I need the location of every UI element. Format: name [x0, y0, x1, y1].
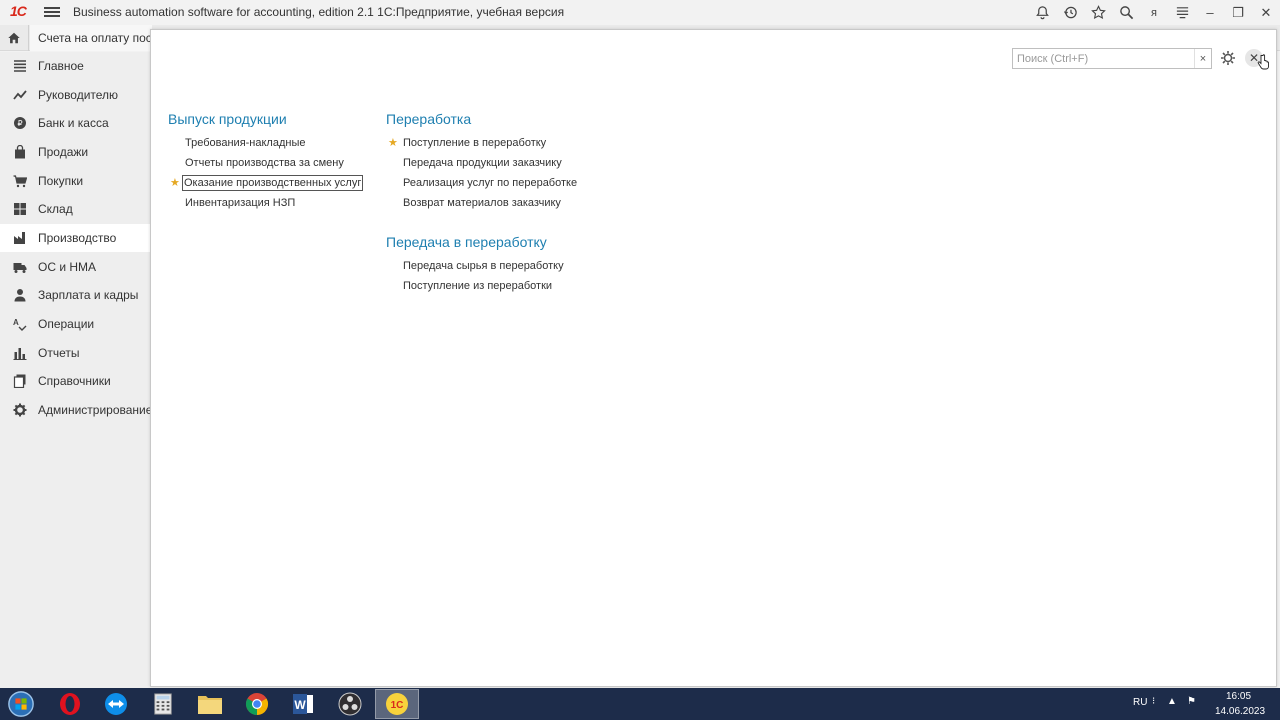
restore-button[interactable]: ❐ [1224, 0, 1252, 25]
sidebar-item-warehouse[interactable]: Склад [0, 195, 150, 223]
coin-icon: ₽ [12, 116, 27, 131]
list-icon [12, 59, 27, 74]
titlebar-icons: я – ❐ ✕ [1028, 0, 1280, 25]
home-button[interactable] [0, 25, 29, 51]
close-window-button[interactable]: ✕ [1252, 0, 1280, 25]
search-input[interactable] [1013, 49, 1195, 68]
1c-icon[interactable]: 1С [375, 689, 419, 719]
sidebar-item-fixed-assets[interactable]: ОС и НМА [0, 253, 150, 281]
sidebar-item-manager[interactable]: Руководителю [0, 81, 150, 109]
favorite-star-icon[interactable]: ★ [170, 176, 180, 189]
sidebar-item-label: Администрирование [38, 403, 153, 417]
section-panel: × ✕ Выпуск продукции Требования-накладны… [150, 29, 1277, 687]
user-icon[interactable]: я [1140, 0, 1168, 25]
star-icon[interactable] [1084, 0, 1112, 25]
sidebar-item-label: Главное [38, 59, 84, 73]
title-bar: 1С Business automation software for acco… [0, 0, 1280, 25]
opera-icon[interactable] [48, 689, 92, 719]
sidebar-item-label: Руководителю [38, 88, 119, 102]
bar-chart-icon [12, 346, 27, 361]
section-title-processing: Переработка [386, 111, 472, 127]
svg-text:1С: 1С [391, 700, 404, 711]
cmd-transfer-products-to-customer[interactable]: Передача продукции заказчику [403, 156, 562, 170]
sidebar-item-label: ОС и НМА [38, 260, 97, 274]
cmd-receipt-from-processing[interactable]: Поступление из переработки [403, 279, 552, 293]
cmd-transfer-raw-materials[interactable]: Передача сырья в переработку [403, 259, 564, 273]
minimize-button[interactable]: – [1196, 0, 1224, 25]
app-logo[interactable]: 1С [10, 3, 36, 21]
sidebar-item-label: Продажи [38, 145, 89, 159]
sections-sidebar: Главное Руководителю ₽ Банк и касса Прод… [0, 52, 153, 688]
sidebar-item-production[interactable]: Производство [0, 224, 150, 252]
sidebar-item-label: Производство [38, 231, 117, 245]
cmd-processing-services-sales[interactable]: Реализация услуг по переработке [403, 176, 577, 190]
clock-time[interactable]: 16:05 [1226, 691, 1251, 702]
bell-icon[interactable] [1028, 0, 1056, 25]
windows-taskbar: W 1С RU ⁝ ▲ ⚑ 16:05 14.06.2023 [0, 688, 1280, 720]
tray-expand-icon[interactable]: ▲ [1167, 696, 1177, 707]
sidebar-item-admin[interactable]: Администрирование [0, 396, 153, 424]
sidebar-item-label: Справочники [38, 374, 111, 388]
books-icon [12, 374, 27, 389]
operations-icon: А [12, 317, 27, 332]
svg-text:А: А [13, 318, 19, 327]
cmd-wip-inventory[interactable]: Инвентаризация НЗП [185, 196, 295, 210]
home-icon [8, 32, 20, 44]
chrome-icon[interactable] [235, 689, 279, 719]
menu-lines-icon[interactable] [1168, 0, 1196, 25]
sidebar-item-operations[interactable]: А Операции [0, 310, 150, 338]
sidebar-item-sales[interactable]: Продажи [0, 138, 150, 166]
sidebar-item-label: Покупки [38, 174, 84, 188]
search-clear-button[interactable]: × [1194, 49, 1211, 68]
obs-icon[interactable] [328, 689, 372, 719]
windows-start-icon[interactable] [2, 689, 40, 719]
folder-icon[interactable] [188, 689, 232, 719]
sidebar-item-bank[interactable]: ₽ Банк и касса [0, 109, 150, 137]
settings-button[interactable] [1219, 49, 1237, 67]
section-title-production-output: Выпуск продукции [168, 111, 287, 127]
svg-text:W: W [294, 698, 306, 712]
section-title-transfer-for-processing: Передача в переработку [386, 234, 547, 250]
cart-icon [12, 174, 27, 189]
svg-text:₽: ₽ [17, 119, 22, 128]
teamviewer-icon[interactable] [94, 689, 138, 719]
trend-icon [12, 88, 27, 103]
cmd-return-materials-to-customer[interactable]: Возврат материалов заказчику [403, 196, 561, 210]
action-center-flag-icon[interactable]: ⚑ [1187, 696, 1196, 707]
sidebar-item-label: Отчеты [38, 346, 80, 360]
person-icon [12, 288, 27, 303]
gear-icon [12, 403, 27, 418]
main-menu-button[interactable] [44, 5, 60, 19]
calculator-icon[interactable] [141, 689, 185, 719]
clock-date[interactable]: 14.06.2023 [1215, 706, 1265, 717]
sidebar-item-label: Зарплата и кадры [38, 288, 139, 302]
gear-icon [1221, 51, 1235, 65]
search-box: × [1012, 48, 1212, 69]
word-icon[interactable]: W [281, 689, 325, 719]
network-icon[interactable]: ⁝ [1152, 696, 1155, 707]
search-icon[interactable] [1112, 0, 1140, 25]
sidebar-item-label: Банк и касса [38, 116, 109, 130]
open-tab[interactable]: Счета на оплату постав [30, 25, 152, 51]
sidebar-item-catalogs[interactable]: Справочники [0, 367, 150, 395]
favorite-star-icon[interactable]: ★ [388, 136, 398, 149]
sidebar-item-reports[interactable]: Отчеты [0, 339, 150, 367]
cmd-production-services[interactable]: Оказание производственных услуг [181, 175, 364, 191]
history-icon[interactable] [1056, 0, 1084, 25]
hand-cursor-icon [1257, 54, 1269, 70]
cmd-shift-production-reports[interactable]: Отчеты производства за смену [185, 156, 344, 170]
sidebar-item-salary[interactable]: Зарплата и кадры [0, 281, 150, 309]
language-indicator[interactable]: RU [1133, 697, 1147, 708]
sidebar-item-main[interactable]: Главное [0, 52, 150, 80]
grid-icon [12, 202, 27, 217]
app-title: Business automation software for account… [73, 5, 565, 19]
cmd-receipt-for-processing[interactable]: Поступление в переработку [403, 136, 546, 150]
bag-icon [12, 145, 27, 160]
cmd-requirements-invoices[interactable]: Требования-накладные [185, 136, 306, 150]
factory-icon [12, 231, 27, 246]
sidebar-item-purchases[interactable]: Покупки [0, 167, 150, 195]
sidebar-item-label: Склад [38, 202, 73, 216]
truck-icon [12, 260, 27, 275]
sidebar-item-label: Операции [38, 317, 95, 331]
